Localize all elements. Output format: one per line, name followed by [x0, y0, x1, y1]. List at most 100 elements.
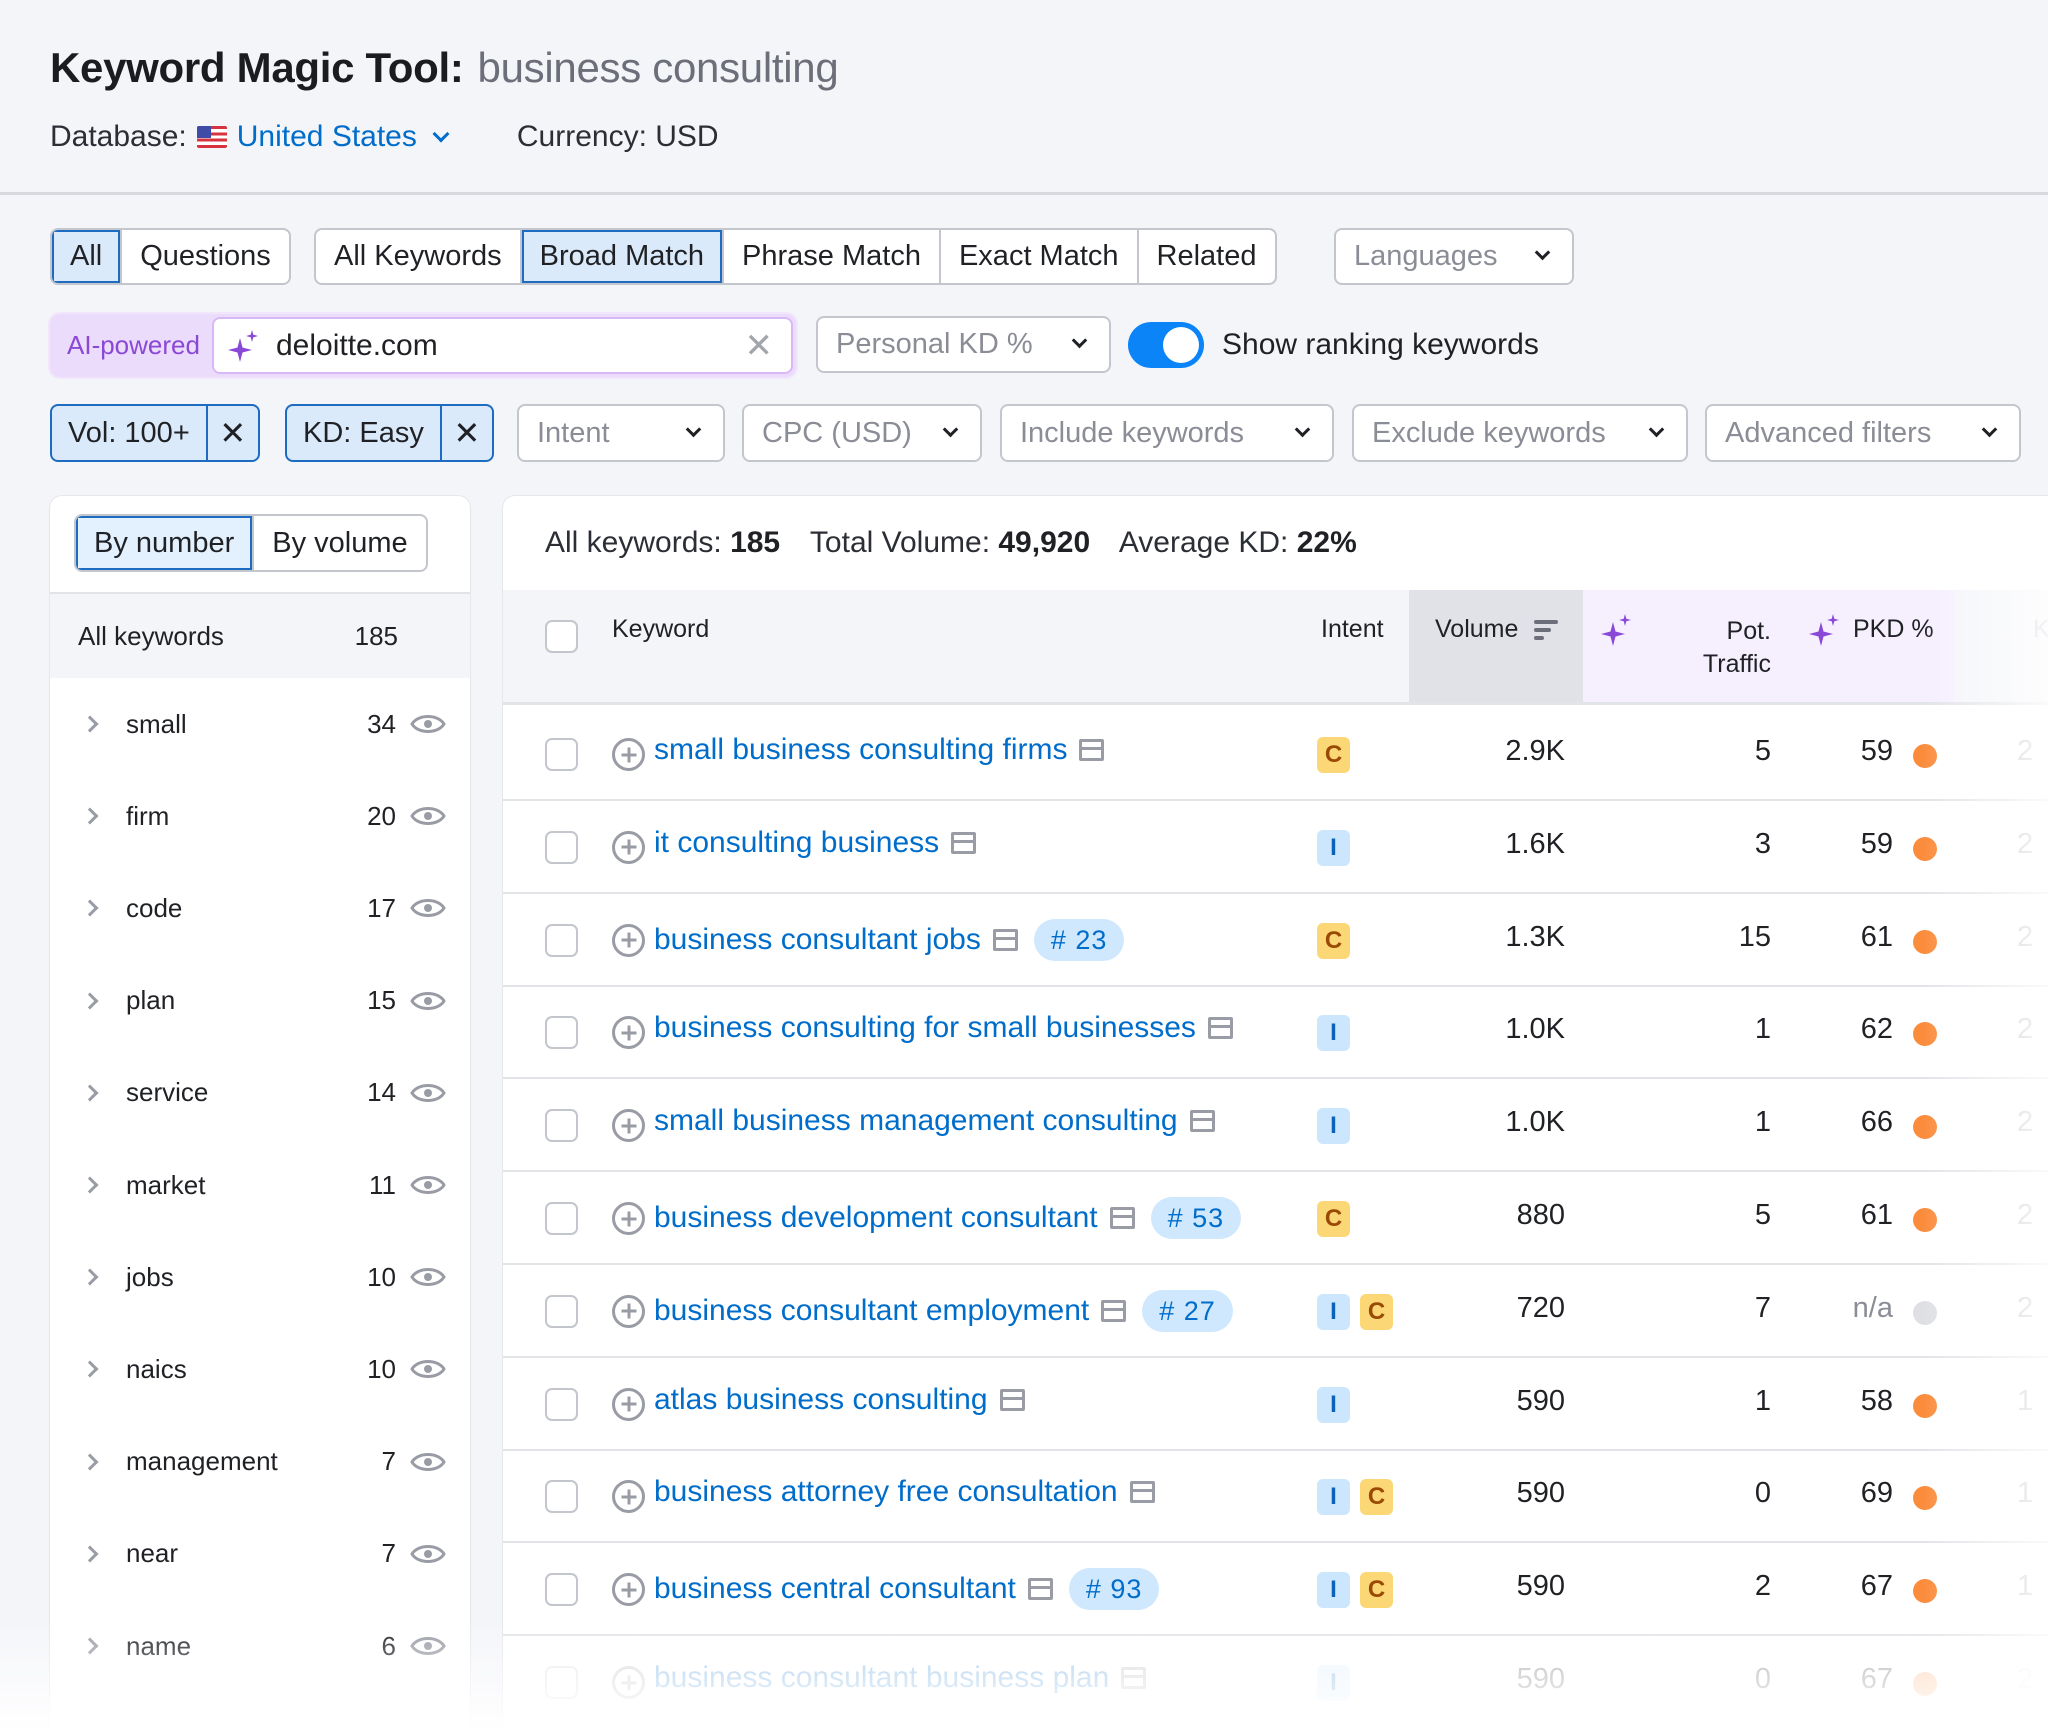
- keyword-group-item[interactable]: service 14: [50, 1047, 470, 1139]
- keyword-group-item[interactable]: plan 15: [50, 955, 470, 1047]
- eye-icon[interactable]: [410, 712, 446, 736]
- volume-filter-chip[interactable]: Vol: 100+ ✕: [50, 404, 260, 462]
- group-sort-toggle: By number By volume: [74, 514, 428, 572]
- kd-value-truncated: 1: [2017, 1477, 2034, 1510]
- group-label: All keywords: [78, 620, 224, 651]
- keyword-group-item[interactable]: name 6: [50, 1600, 470, 1692]
- tab-exact-match[interactable]: Exact Match: [941, 230, 1139, 283]
- chevron-right-icon[interactable]: [81, 992, 99, 1010]
- group-label: firm: [126, 800, 170, 831]
- pkd-value: 58: [1860, 1384, 1893, 1417]
- group-count: 14: [367, 1077, 396, 1108]
- database-selector[interactable]: United States: [187, 120, 450, 154]
- chevron-right-icon[interactable]: [81, 1360, 99, 1378]
- chevron-right-icon[interactable]: [81, 715, 99, 733]
- chevron-down-icon: [685, 421, 702, 437]
- pkd-value: 62: [1860, 1013, 1893, 1046]
- pkd-value: 67: [1860, 1570, 1893, 1603]
- eye-icon[interactable]: [410, 1450, 446, 1474]
- chevron-right-icon[interactable]: [81, 1176, 99, 1194]
- remove-filter-icon[interactable]: ✕: [208, 406, 258, 460]
- remove-filter-icon[interactable]: ✕: [442, 406, 492, 460]
- group-label: code: [126, 892, 183, 923]
- tab-broad-match[interactable]: Broad Match: [521, 230, 725, 283]
- exclude-keywords-dropdown[interactable]: Exclude keywords: [1352, 404, 1688, 462]
- eye-icon[interactable]: [410, 989, 446, 1013]
- group-label: near: [126, 1538, 179, 1569]
- kd-value-truncated: 2: [2017, 920, 2034, 953]
- eye-icon[interactable]: [410, 896, 446, 920]
- col-volume[interactable]: Volume: [1409, 590, 1583, 702]
- select-all-checkbox[interactable]: [545, 620, 578, 653]
- keyword-group-item[interactable]: code 17: [50, 862, 470, 954]
- keyword-group-item[interactable]: jobs 10: [50, 1231, 470, 1323]
- kd-value-truncated: 2: [2017, 1199, 2034, 1231]
- advanced-filters-dropdown[interactable]: Advanced filters: [1705, 404, 2021, 462]
- keyword-group-item[interactable]: firm 20: [50, 770, 470, 862]
- chevron-right-icon[interactable]: [81, 899, 99, 917]
- search-query: business consulting: [477, 44, 839, 91]
- table-row: it consulting business I 1.6K 3 59 2: [503, 801, 2048, 894]
- languages-dropdown[interactable]: Languages: [1334, 228, 1574, 285]
- kd-filter-chip[interactable]: KD: Easy ✕: [285, 404, 494, 462]
- chevron-right-icon[interactable]: [81, 1084, 99, 1102]
- chevron-down-icon: [1648, 421, 1665, 437]
- include-keywords-dropdown[interactable]: Include keywords: [1000, 404, 1334, 462]
- all-keywords-group[interactable]: All keywords 185: [50, 594, 470, 678]
- tab-all[interactable]: All: [52, 230, 123, 283]
- group-label: plan: [126, 985, 176, 1016]
- chevron-down-icon: [942, 421, 959, 437]
- database-label: Database:: [50, 120, 187, 153]
- keyword-group-item[interactable]: near 7: [50, 1508, 470, 1600]
- domain-value: deloitte.com: [275, 328, 438, 362]
- chevron-right-icon[interactable]: [81, 1637, 99, 1655]
- col-keyword[interactable]: Keyword: [612, 615, 709, 644]
- sort-by-number[interactable]: By number: [76, 516, 255, 570]
- clear-icon[interactable]: ✕: [745, 329, 774, 363]
- cpc-dropdown[interactable]: CPC (USD): [742, 404, 982, 462]
- col-pkd[interactable]: PKD %: [1853, 615, 1934, 644]
- tab-phrase-match[interactable]: Phrase Match: [724, 230, 941, 283]
- table-header: Keyword Intent Volume Pot. Traffic PKD %…: [503, 590, 2048, 705]
- domain-input[interactable]: deloitte.com ✕: [211, 317, 793, 374]
- sort-by-volume[interactable]: By volume: [254, 516, 425, 570]
- eye-icon[interactable]: [410, 1542, 446, 1566]
- chevron-right-icon[interactable]: [81, 1453, 99, 1471]
- group-count: 7: [381, 1446, 396, 1477]
- col-kd-truncated[interactable]: K: [2033, 615, 2048, 644]
- sparkle-icon: [1809, 614, 1841, 646]
- keyword-group-item[interactable]: naics 10: [50, 1323, 470, 1415]
- chevron-right-icon[interactable]: [81, 807, 99, 825]
- ai-powered-box: AI-powered deloitte.com ✕: [50, 314, 796, 377]
- intent-dropdown[interactable]: Intent: [517, 404, 725, 462]
- chevron-right-icon[interactable]: [81, 1268, 99, 1286]
- sort-icon: [1534, 620, 1560, 640]
- personal-kd-dropdown[interactable]: Personal KD %: [816, 316, 1111, 373]
- dropdown-label: CPC (USD): [762, 416, 912, 449]
- col-intent[interactable]: Intent: [1321, 615, 1384, 644]
- show-ranking-toggle[interactable]: [1128, 322, 1204, 368]
- tab-all-keywords[interactable]: All Keywords: [316, 230, 522, 283]
- eye-icon[interactable]: [410, 1173, 446, 1197]
- difficulty-dot-icon: [1913, 1579, 1937, 1604]
- table-row: business central consultant # 93 I C 590 2 67 1: [503, 1543, 2048, 1637]
- table-row: business consultant business plan I 590 0 67…: [503, 1636, 2048, 1729]
- difficulty-dot-icon: [1913, 1022, 1937, 1047]
- table-row: business consultant jobs # 23 C 1.3K 15 61 2: [503, 894, 2048, 987]
- eye-icon[interactable]: [410, 1357, 446, 1381]
- eye-icon[interactable]: [410, 804, 446, 828]
- chevron-right-icon[interactable]: [81, 1545, 99, 1563]
- tab-questions[interactable]: Questions: [122, 230, 289, 283]
- kd-value-truncated: 2: [2017, 1106, 2034, 1139]
- group-count: 6: [381, 1630, 396, 1661]
- eye-icon[interactable]: [410, 1081, 446, 1105]
- eye-icon[interactable]: [410, 1265, 446, 1289]
- eye-icon[interactable]: [410, 1634, 446, 1658]
- tab-related[interactable]: Related: [1139, 230, 1275, 283]
- keyword-group-item[interactable]: management 7: [50, 1416, 470, 1508]
- keyword-group-item[interactable]: small 34: [50, 678, 470, 770]
- keyword-group-item[interactable]: market 11: [50, 1139, 470, 1231]
- group-count: 7: [381, 1538, 396, 1569]
- col-pot-traffic[interactable]: Pot. Traffic: [1583, 615, 1771, 681]
- ai-columns-header: Pot. Traffic PKD %: [1583, 590, 1955, 702]
